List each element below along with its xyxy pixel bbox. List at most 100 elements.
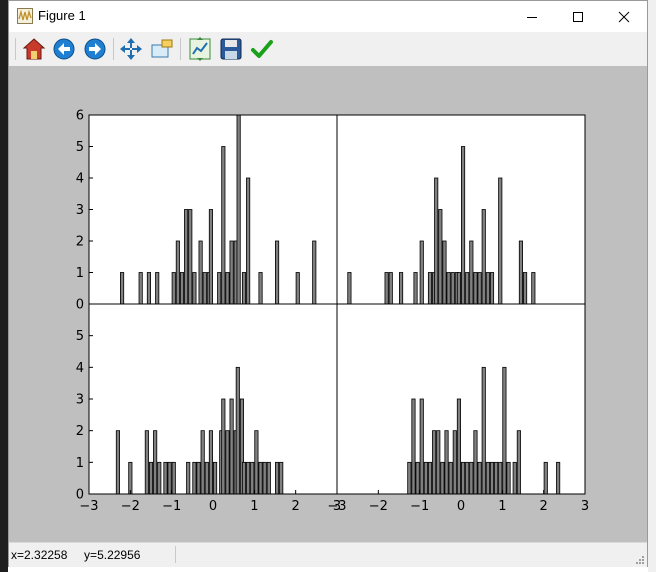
configure-subplots-button[interactable] xyxy=(187,36,213,62)
histogram-bar xyxy=(419,240,424,305)
close-button[interactable] xyxy=(601,1,647,32)
pan-button[interactable] xyxy=(118,36,144,62)
toolbar-grip xyxy=(15,38,16,60)
histogram-bar xyxy=(518,240,523,305)
histogram-bar xyxy=(235,366,240,495)
histogram-bar xyxy=(473,272,478,305)
zoom-button[interactable] xyxy=(149,36,175,62)
histogram-bar xyxy=(512,461,517,495)
histogram-bar xyxy=(225,430,230,495)
histogram-bar xyxy=(229,240,234,305)
histogram-bar xyxy=(438,209,443,305)
histogram-bar xyxy=(415,461,420,495)
histogram-bar xyxy=(246,177,251,305)
histogram-bar xyxy=(246,461,251,495)
histogram-bar xyxy=(450,272,455,305)
histogram-bar xyxy=(266,461,271,495)
histogram-bar xyxy=(225,272,230,305)
window-title: Figure 1 xyxy=(38,8,86,23)
maximize-button[interactable] xyxy=(555,1,601,32)
x-tick-label: −1 xyxy=(410,499,429,514)
histogram-bar xyxy=(427,272,433,305)
histogram-bar xyxy=(432,430,437,495)
histogram-bar xyxy=(208,430,213,495)
histogram-bar xyxy=(128,461,133,495)
histogram-bar xyxy=(481,366,486,495)
histogram-bar xyxy=(171,461,176,495)
histogram-bar xyxy=(200,430,205,495)
minimize-button[interactable] xyxy=(509,1,555,32)
histogram-bar xyxy=(452,430,457,495)
cursor-coordinates: x=2.32258 y=5.22956 xyxy=(11,548,141,562)
histogram-bar xyxy=(241,461,247,495)
y-tick-label: 4 xyxy=(76,172,84,187)
histogram-bar xyxy=(198,240,203,305)
axes-background xyxy=(89,304,337,494)
y-tick-label: 2 xyxy=(76,424,84,439)
x-tick-label: 1 xyxy=(498,499,506,514)
histogram-bar xyxy=(204,461,209,495)
histogram-bar xyxy=(502,366,507,495)
resize-grip-icon[interactable] xyxy=(635,555,645,565)
histogram-bar xyxy=(213,461,218,495)
histogram-bar xyxy=(407,461,412,495)
title-bar: Figure 1 xyxy=(9,1,647,32)
y-tick-label: 6 xyxy=(76,109,84,124)
x-tick-label: 2 xyxy=(292,499,300,514)
save-button[interactable] xyxy=(218,36,244,62)
forward-arrow-icon xyxy=(84,38,106,60)
histogram-bar xyxy=(448,461,453,495)
histogram-bar xyxy=(188,209,193,305)
histogram-bar xyxy=(144,430,149,495)
histogram-bar xyxy=(148,461,154,495)
x-tick-label: −1 xyxy=(162,499,181,514)
histogram-bar xyxy=(138,272,143,305)
y-tick-label: 3 xyxy=(76,203,84,218)
forward-button[interactable] xyxy=(82,36,108,62)
home-button[interactable] xyxy=(21,36,47,62)
histogram-bar xyxy=(477,272,482,305)
histogram-bar xyxy=(153,430,158,495)
y-tick-label: 1 xyxy=(76,266,84,281)
histogram-bar xyxy=(262,461,267,495)
figure-window: Figure 1 0 1 2 3 4 5 6 0 1 2 3 4 5 −3 −2… xyxy=(8,0,648,567)
histogram-bar xyxy=(456,272,461,305)
histogram-bar xyxy=(192,272,197,305)
figure-canvas[interactable]: 0 1 2 3 4 5 6 0 1 2 3 4 5 −3 −2 −1 0 1 2 3 −3 −2 −1 0 1 2 3 xyxy=(9,66,647,542)
histogram-bar xyxy=(461,461,466,495)
histogram-bar xyxy=(258,272,263,305)
histogram-bar xyxy=(347,272,352,305)
histogram-bar xyxy=(465,272,470,305)
y-tick-label: 0 xyxy=(76,298,84,313)
navigation-toolbar xyxy=(9,32,647,66)
back-button[interactable] xyxy=(51,36,77,62)
histogram-bar xyxy=(192,461,197,495)
histogram-bar xyxy=(489,272,495,305)
figure-app-icon xyxy=(17,8,33,24)
x-tick-label: −3 xyxy=(327,499,346,514)
histogram-bar xyxy=(440,461,445,495)
histogram-bar xyxy=(477,461,482,495)
x-tick-label: 0 xyxy=(457,499,465,514)
background-window-left xyxy=(0,0,8,572)
histogram-bar xyxy=(254,430,259,495)
histogram-bar xyxy=(221,398,226,495)
histogram-bar xyxy=(498,177,503,305)
histogram-bar xyxy=(236,114,241,305)
histogram-grid: 0123456012345−3 −2 −1 0 1 2 3−3 −2 −1 0 1 2 3 xyxy=(76,109,589,515)
histogram-bar xyxy=(419,398,424,495)
axes-background xyxy=(89,115,337,304)
pan-arrows-icon xyxy=(120,38,142,60)
histogram-bar xyxy=(442,240,447,305)
x-tick-label: 0 xyxy=(209,499,217,514)
apply-button[interactable] xyxy=(249,36,275,62)
histogram-bar xyxy=(434,177,439,305)
histogram-bar xyxy=(120,272,125,305)
x-tick-label: −3 xyxy=(79,499,98,514)
x-tick-label: 1 xyxy=(250,499,258,514)
histogram-bar xyxy=(258,461,263,495)
histogram-bar xyxy=(295,272,300,305)
back-arrow-icon xyxy=(53,38,75,60)
histogram-bar xyxy=(556,461,561,495)
histogram-bar xyxy=(485,461,490,495)
